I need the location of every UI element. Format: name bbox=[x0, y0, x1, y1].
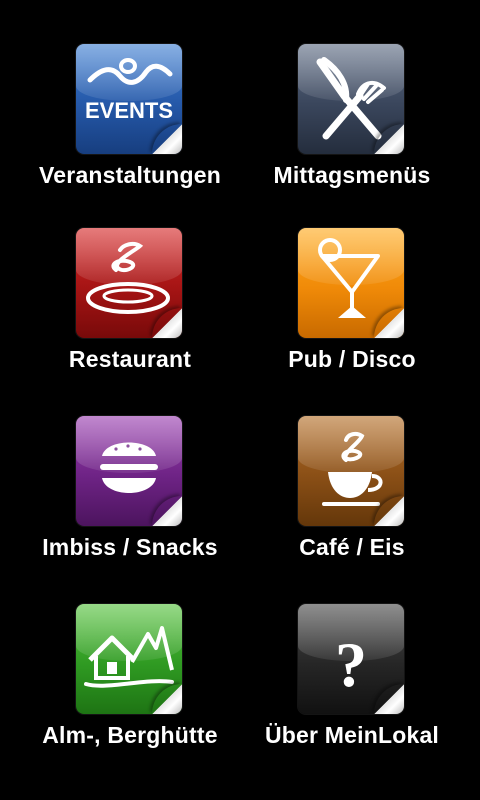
home-screen: EVENTS Veranstaltungen Mittagsmenüs Rest… bbox=[0, 0, 480, 800]
burger-icon bbox=[76, 416, 182, 526]
events-icon-text: EVENTS bbox=[85, 98, 173, 123]
menu-item-cafe[interactable]: Café / Eis bbox=[232, 416, 472, 606]
menu-item-lunch[interactable]: Mittagsmenüs bbox=[232, 44, 472, 234]
fork-knife-icon bbox=[298, 44, 404, 154]
menu-item-label: Pub / Disco bbox=[288, 346, 416, 372]
menu-item-about[interactable]: ? Über MeinLokal bbox=[232, 604, 472, 794]
menu-item-label: Alm-, Berghütte bbox=[42, 722, 218, 748]
menu-item-label: Veranstaltungen bbox=[39, 162, 221, 188]
menu-item-label: Imbiss / Snacks bbox=[42, 534, 218, 560]
menu-item-pub[interactable]: Pub / Disco bbox=[232, 228, 472, 418]
question-mark-icon: ? bbox=[298, 604, 404, 714]
menu-item-label: Café / Eis bbox=[299, 534, 405, 560]
menu-item-events[interactable]: EVENTS Veranstaltungen bbox=[10, 44, 250, 234]
events-icon: EVENTS bbox=[76, 44, 182, 154]
menu-item-restaurant[interactable]: Restaurant bbox=[10, 228, 250, 418]
question-mark-text: ? bbox=[335, 629, 367, 700]
coffee-cup-icon bbox=[298, 416, 404, 526]
menu-item-label: Restaurant bbox=[68, 346, 192, 372]
menu-item-label: Mittagsmenüs bbox=[273, 162, 431, 188]
menu-item-hut[interactable]: Alm-, Berghütte bbox=[10, 604, 250, 794]
cocktail-icon bbox=[298, 228, 404, 338]
mountain-hut-icon bbox=[76, 604, 182, 714]
menu-item-label: Über MeinLokal bbox=[264, 722, 440, 748]
menu-item-snacks[interactable]: Imbiss / Snacks bbox=[10, 416, 250, 606]
steaming-plate-icon bbox=[76, 228, 182, 338]
